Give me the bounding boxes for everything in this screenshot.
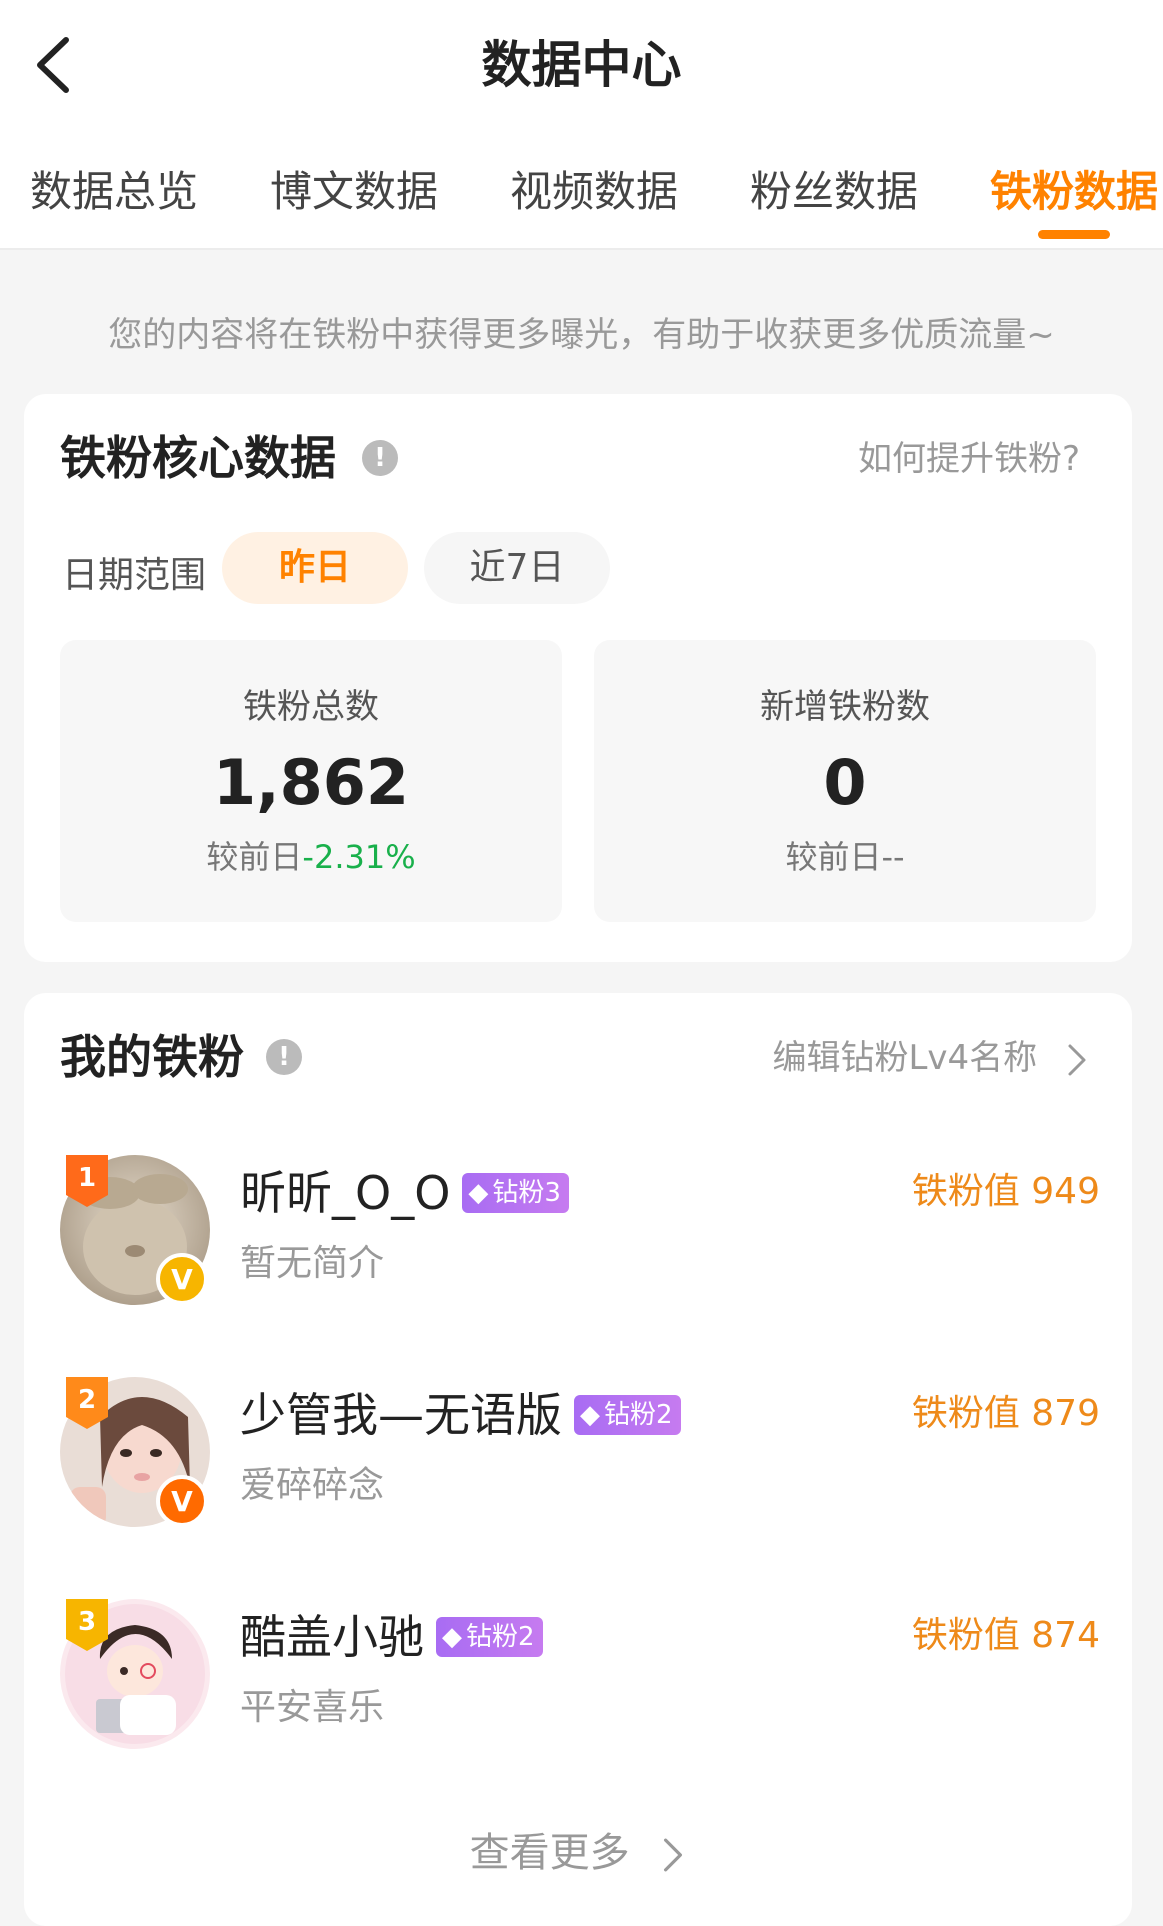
core-data-card: 铁粉核心数据 ! 如何提升铁粉? 日期范围 昨日 近7日 铁粉总数 1,862 … bbox=[24, 394, 1132, 962]
view-more-button[interactable]: 查看更多 bbox=[24, 1823, 1132, 1883]
chevron-right-icon bbox=[664, 1838, 683, 1872]
stat-value: 0 bbox=[823, 746, 867, 819]
how-to-improve-link[interactable]: 如何提升铁粉? bbox=[858, 434, 1080, 484]
my-iron-fans-card: 我的铁粉 ! 编辑钻粉Lv4名称 1 V 昕昕_O_O ◆ 钻粉3 暂无简介 铁… bbox=[24, 993, 1132, 1926]
rank-badge: 3 bbox=[66, 1599, 108, 1651]
level-label: 钻粉3 bbox=[492, 1178, 561, 1208]
fan-score: 铁粉值 874 bbox=[911, 1615, 1100, 1656]
core-data-title: 铁粉核心数据 bbox=[60, 431, 336, 485]
tab-videos[interactable]: 视频数据 bbox=[510, 162, 678, 222]
chevron-right-icon bbox=[1068, 1044, 1086, 1075]
my-iron-fans-title: 我的铁粉 bbox=[60, 1030, 244, 1084]
fan-score: 铁粉值 879 bbox=[911, 1393, 1100, 1434]
verified-badge: V bbox=[156, 1475, 208, 1527]
fan-item[interactable]: 1 V 昕昕_O_O ◆ 钻粉3 暂无简介 铁粉值 949 bbox=[60, 1155, 1100, 1315]
level-badge: ◆ 钻粉3 bbox=[462, 1173, 569, 1213]
compare-value: -- bbox=[881, 838, 905, 876]
fan-name-row: 昕昕_O_O ◆ 钻粉3 bbox=[240, 1161, 569, 1225]
notice-text: 您的内容将在铁粉中获得更多曝光，有助于收获更多优质流量~ bbox=[108, 315, 1055, 355]
fan-item[interactable]: 3 酷盖小驰 ◆ 钻粉2 平安喜乐 铁粉值 874 bbox=[60, 1599, 1100, 1759]
date-option-7days[interactable]: 近7日 bbox=[424, 532, 610, 604]
diamond-icon: ◆ bbox=[580, 1400, 600, 1430]
stat-compare: 较前日-2.31% bbox=[60, 834, 562, 880]
info-icon[interactable]: ! bbox=[362, 440, 398, 476]
fan-bio: 暂无简介 bbox=[240, 1243, 385, 1284]
stat-new-iron-fans: 新增铁粉数 0 较前日-- bbox=[594, 640, 1096, 922]
rank-number: 1 bbox=[78, 1163, 96, 1193]
tab-bar: 数据总览 博文数据 视频数据 粉丝数据 铁粉数据 bbox=[0, 150, 1163, 250]
tab-overview[interactable]: 数据总览 bbox=[30, 162, 198, 222]
diamond-icon: ◆ bbox=[468, 1178, 489, 1208]
level-badge: ◆ 钻粉2 bbox=[574, 1395, 681, 1435]
active-tab-indicator bbox=[1038, 230, 1110, 239]
tab-posts[interactable]: 博文数据 bbox=[270, 162, 438, 222]
compare-prefix: 较前日 bbox=[785, 838, 882, 876]
fan-name-row: 少管我—无语版 ◆ 钻粉2 bbox=[240, 1383, 681, 1447]
fan-name: 酷盖小驰 bbox=[240, 1610, 424, 1664]
tab-iron-fans[interactable]: 铁粉数据 bbox=[990, 162, 1158, 222]
stat-label: 新增铁粉数 bbox=[760, 687, 930, 727]
stat-compare: 较前日-- bbox=[594, 834, 1096, 880]
level-label: 钻粉2 bbox=[466, 1622, 535, 1652]
rank-number: 2 bbox=[78, 1385, 96, 1415]
info-icon[interactable]: ! bbox=[266, 1039, 302, 1075]
tab-fans[interactable]: 粉丝数据 bbox=[750, 162, 918, 222]
view-more-label: 查看更多 bbox=[469, 1830, 630, 1876]
diamond-icon: ◆ bbox=[442, 1622, 462, 1652]
compare-value: -2.31% bbox=[302, 838, 416, 876]
fan-bio: 平安喜乐 bbox=[240, 1687, 385, 1728]
edit-level-name-link[interactable]: 编辑钻粉Lv4名称 bbox=[772, 1033, 1092, 1083]
edit-level-name-label: 编辑钻粉Lv4名称 bbox=[772, 1038, 1038, 1078]
date-option-yesterday[interactable]: 昨日 bbox=[222, 532, 408, 604]
rank-badge: 1 bbox=[66, 1155, 108, 1207]
top-bar: 数据中心 数据总览 博文数据 视频数据 粉丝数据 铁粉数据 bbox=[0, 0, 1163, 250]
fan-bio: 爱碎碎念 bbox=[240, 1465, 385, 1506]
level-badge: ◆ 钻粉2 bbox=[436, 1617, 543, 1657]
fan-name: 昕昕_O_O bbox=[240, 1166, 451, 1220]
verified-badge: V bbox=[156, 1253, 208, 1305]
rank-badge: 2 bbox=[66, 1377, 108, 1429]
stat-label: 铁粉总数 bbox=[243, 687, 379, 727]
stat-value: 1,862 bbox=[212, 746, 410, 819]
compare-prefix: 较前日 bbox=[206, 838, 303, 876]
fan-name: 少管我—无语版 bbox=[240, 1388, 562, 1442]
stat-total-iron-fans: 铁粉总数 1,862 较前日-2.31% bbox=[60, 640, 562, 922]
page-title: 数据中心 bbox=[481, 36, 682, 94]
fan-score: 铁粉值 949 bbox=[911, 1171, 1100, 1212]
date-range-label: 日期范围 bbox=[62, 555, 207, 596]
fan-name-row: 酷盖小驰 ◆ 钻粉2 bbox=[240, 1605, 543, 1669]
rank-number: 3 bbox=[78, 1607, 96, 1637]
level-label: 钻粉2 bbox=[604, 1400, 673, 1430]
fan-item[interactable]: 2 V 少管我—无语版 ◆ 钻粉2 爱碎碎念 铁粉值 879 bbox=[60, 1377, 1100, 1537]
